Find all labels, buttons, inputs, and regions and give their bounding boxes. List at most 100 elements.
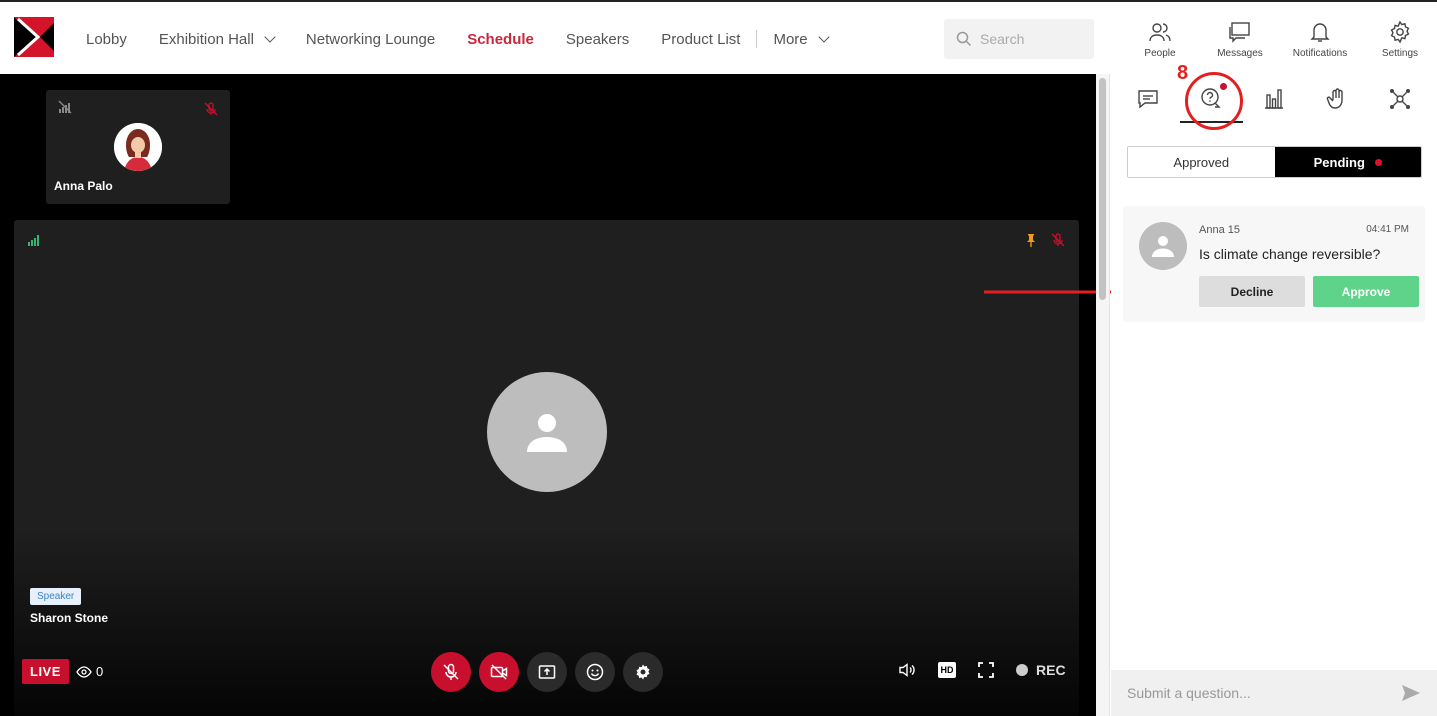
- participant-thumbnail[interactable]: Anna Palo: [46, 90, 230, 204]
- avatar: [114, 123, 162, 171]
- question-filter: Approved Pending: [1127, 146, 1422, 178]
- search-icon: [956, 31, 972, 47]
- send-icon[interactable]: [1401, 684, 1421, 702]
- reactions-button[interactable]: [575, 652, 615, 692]
- chevron-down-icon: [817, 31, 830, 43]
- nav-more[interactable]: More: [757, 31, 843, 48]
- viewer-count-value: 0: [96, 664, 104, 679]
- hd-label: HD: [940, 665, 954, 675]
- question-time: 04:41 PM: [1366, 224, 1409, 235]
- decline-button[interactable]: Decline: [1199, 276, 1305, 307]
- nav-label: Lobby: [86, 30, 127, 48]
- nav-speakers[interactable]: Speakers: [550, 31, 645, 48]
- messages-button[interactable]: Messages: [1200, 2, 1280, 76]
- bar-chart-icon: [1264, 89, 1283, 109]
- settings-button[interactable]: Settings: [1360, 2, 1437, 76]
- filter-pending[interactable]: Pending: [1274, 147, 1421, 177]
- question-author: Anna 15: [1199, 224, 1240, 236]
- hd-quality-button[interactable]: HD: [938, 662, 956, 678]
- scrollbar-thumb[interactable]: [1099, 78, 1106, 300]
- tab-chat[interactable]: [1117, 75, 1180, 123]
- nav-label: More: [773, 30, 808, 48]
- filter-approved[interactable]: Approved: [1128, 147, 1275, 177]
- nav-label: Networking Lounge: [305, 30, 436, 48]
- participant-name: Anna Palo: [54, 179, 113, 193]
- user-icon: [527, 414, 567, 452]
- share-screen-icon: [538, 665, 556, 679]
- filter-label: Pending: [1313, 154, 1365, 170]
- chevron-down-icon: [264, 31, 276, 43]
- volume-icon[interactable]: [898, 661, 916, 679]
- avatar-placeholder: [487, 372, 607, 492]
- hand-icon: [1326, 88, 1343, 109]
- top-icon-group: People Messages Notifications Settings: [1120, 2, 1437, 76]
- call-controls: [431, 652, 663, 692]
- bell-icon: [1310, 22, 1330, 42]
- chat-icon: [1138, 90, 1159, 109]
- nav-label: Speakers: [565, 30, 630, 48]
- top-icon-label: Notifications: [1292, 47, 1348, 59]
- avatar-illustration-icon: [114, 123, 162, 171]
- network-icon: [1389, 89, 1410, 109]
- rec-label: REC: [1036, 662, 1066, 678]
- speaker-badge: Speaker: [30, 588, 82, 605]
- question-card: Anna 15 04:41 PM Is climate change rever…: [1123, 206, 1425, 322]
- callout-number: 8: [1177, 62, 1189, 84]
- approve-button[interactable]: Approve: [1313, 276, 1419, 307]
- record-button[interactable]: REC: [1016, 662, 1066, 678]
- nav-schedule[interactable]: Schedule: [451, 31, 550, 48]
- signal-icon: [28, 235, 39, 246]
- side-panel: Approved Pending Anna 15 04:41 PM Is cli…: [1111, 74, 1437, 716]
- nav-label: Exhibition Hall: [158, 30, 254, 48]
- camera-toggle-button[interactable]: [479, 652, 519, 692]
- scrollbar[interactable]: [1096, 74, 1110, 716]
- callout-ring: [1185, 72, 1243, 130]
- nav-lobby[interactable]: Lobby: [70, 31, 143, 48]
- record-dot-icon: [1016, 664, 1028, 676]
- people-icon: [1149, 22, 1171, 41]
- notifications-button[interactable]: Notifications: [1280, 2, 1360, 76]
- emoji-icon: [586, 663, 604, 681]
- question-input[interactable]: [1127, 685, 1401, 701]
- nav-label: Product List: [661, 30, 741, 48]
- user-icon: [1152, 236, 1174, 257]
- tab-network[interactable]: [1368, 75, 1431, 123]
- mic-off-icon: [1051, 233, 1065, 247]
- top-icon-label: Messages: [1217, 47, 1263, 59]
- camera-off-icon: [490, 664, 508, 680]
- tab-polls[interactable]: [1243, 75, 1306, 123]
- speaker-name: Sharon Stone: [30, 611, 109, 625]
- share-screen-button[interactable]: [527, 652, 567, 692]
- stage-right-controls: HD REC: [898, 661, 1066, 679]
- search-box[interactable]: [944, 19, 1094, 59]
- messages-icon: [1229, 21, 1250, 43]
- tab-raise-hand[interactable]: [1305, 75, 1368, 123]
- submit-question-bar: [1111, 670, 1437, 716]
- search-input[interactable]: [980, 31, 1080, 47]
- call-settings-button[interactable]: [623, 652, 663, 692]
- question-text: Is climate change reversible?: [1199, 246, 1381, 262]
- top-icon-label: Settings: [1381, 47, 1419, 59]
- mic-off-icon: [443, 663, 459, 680]
- viewer-count: 0: [76, 664, 103, 679]
- logo-icon[interactable]: [14, 17, 54, 57]
- filter-label: Approved: [1173, 154, 1230, 170]
- gear-icon: [636, 664, 650, 680]
- mute-button[interactable]: [431, 652, 471, 692]
- pin-icon[interactable]: [1025, 233, 1037, 247]
- gear-icon: [1390, 20, 1410, 43]
- nav-product-list[interactable]: Product List: [645, 31, 756, 48]
- nav-exhibition-hall[interactable]: Exhibition Hall: [143, 31, 290, 48]
- nav-label: Schedule: [467, 30, 534, 48]
- video-stage: Anna Palo Speaker Sharon Stone LIVE 0 HD…: [0, 74, 1096, 716]
- top-bar: Lobby Exhibition Hall Networking Lounge …: [0, 0, 1437, 74]
- nav-networking-lounge[interactable]: Networking Lounge: [290, 31, 451, 48]
- eye-icon: [76, 665, 92, 678]
- top-icon-label: People: [1144, 47, 1176, 59]
- fullscreen-icon[interactable]: [978, 662, 994, 678]
- mic-off-icon: [204, 102, 218, 116]
- signal-off-icon: [58, 100, 72, 114]
- pending-dot-icon: [1374, 158, 1382, 166]
- main-video-tile[interactable]: Speaker Sharon Stone: [14, 220, 1079, 716]
- main-nav: Lobby Exhibition Hall Networking Lounge …: [70, 2, 844, 76]
